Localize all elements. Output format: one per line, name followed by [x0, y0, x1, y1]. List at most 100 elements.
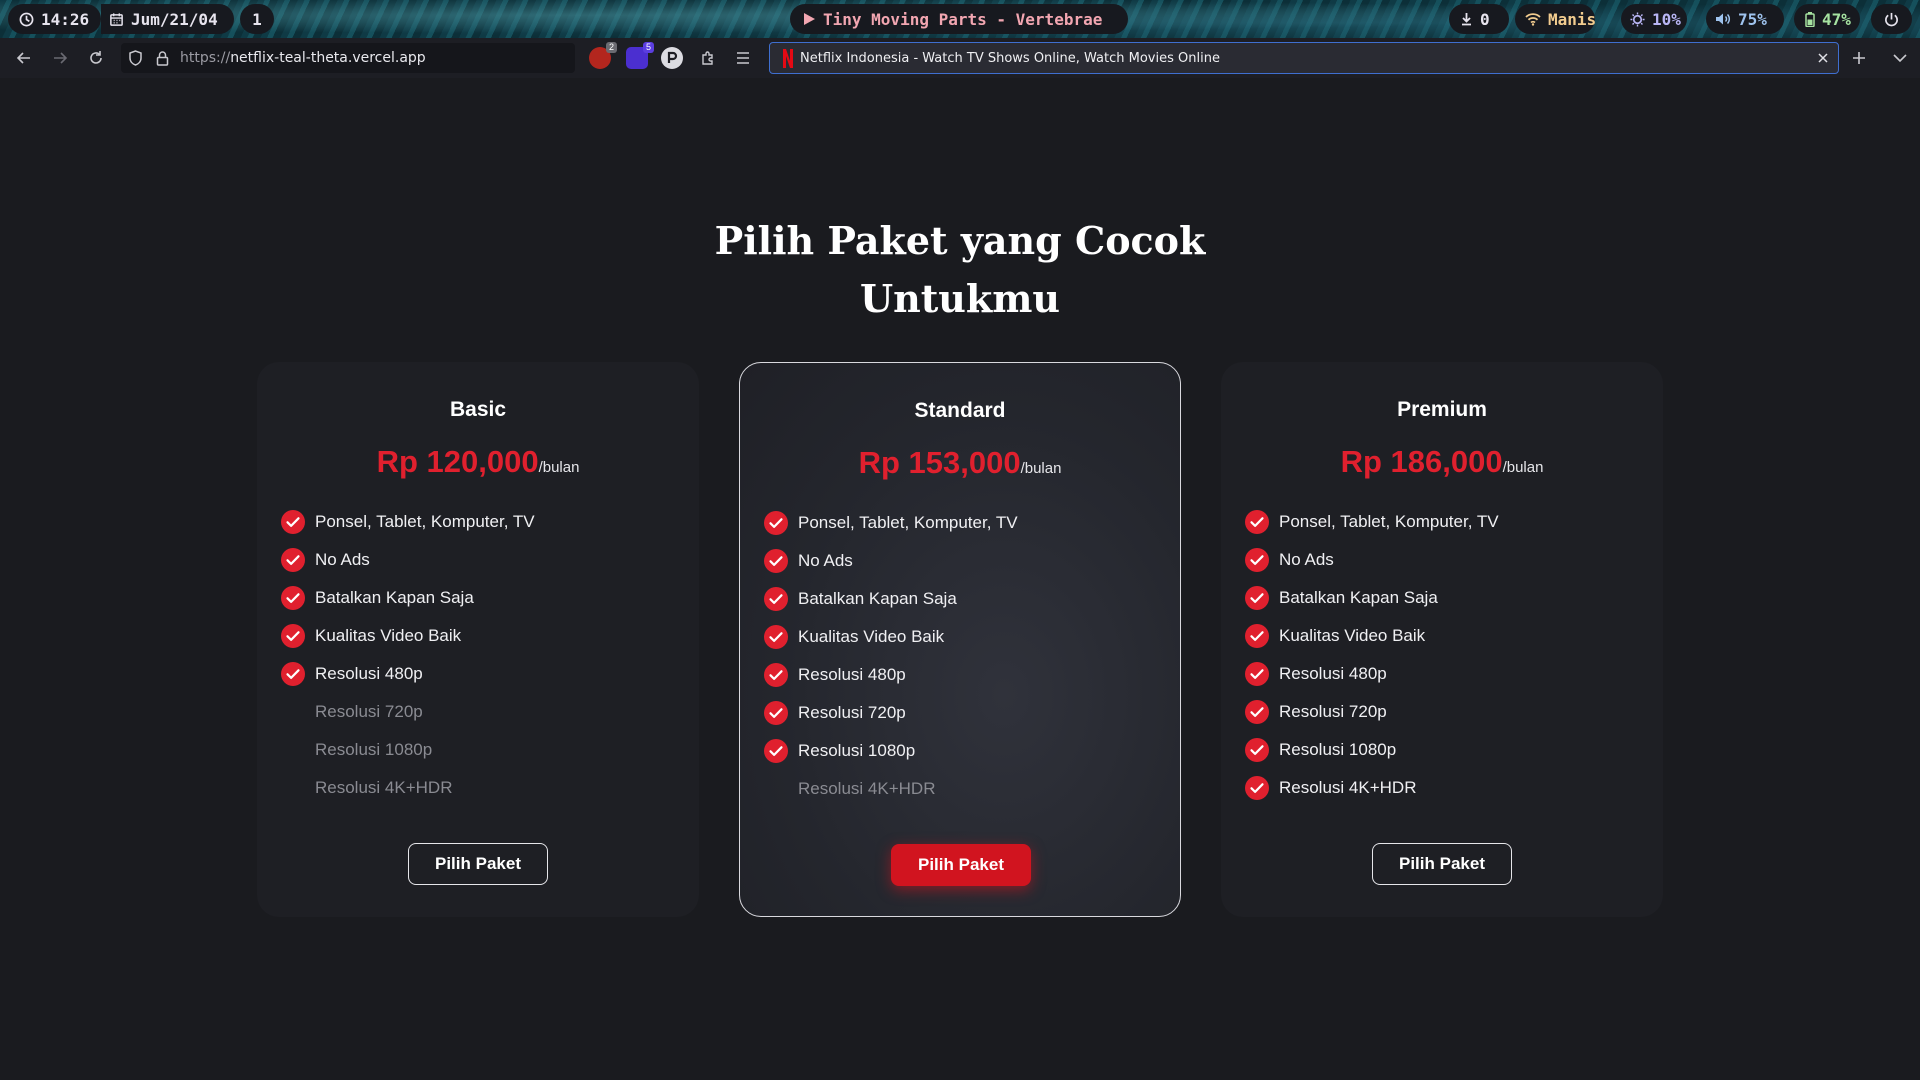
feature-item: Resolusi 1080p	[764, 732, 1018, 770]
power-icon	[1885, 12, 1898, 26]
chevron-down-icon	[1893, 54, 1907, 63]
tracking-protection-button[interactable]	[123, 46, 147, 70]
workspace-indicator[interactable]: 1	[240, 4, 274, 34]
check-circle-icon	[281, 510, 305, 534]
pocket-extension-icon[interactable]	[661, 47, 683, 69]
feature-item: Resolusi 720p	[281, 693, 535, 731]
extensions-button[interactable]	[696, 46, 720, 70]
brightness-widget[interactable]: 10%	[1621, 4, 1687, 34]
feature-label: Resolusi 480p	[798, 665, 906, 684]
site-info-button[interactable]	[150, 46, 174, 70]
volume-widget[interactable]: 75%	[1706, 4, 1784, 34]
plan-name: Standard	[914, 399, 1006, 422]
feature-item: Batalkan Kapan Saja	[281, 579, 535, 617]
feature-item: Resolusi 1080p	[281, 731, 535, 769]
back-button[interactable]	[12, 46, 36, 70]
feature-item: Ponsel, Tablet, Komputer, TV	[281, 503, 535, 541]
menu-button[interactable]	[731, 46, 755, 70]
clock-widget[interactable]: 14:26	[8, 4, 101, 34]
plan-name: Premium	[1397, 398, 1487, 421]
price-amount: Rp 120,000	[376, 444, 539, 479]
downloads-count: 0	[1480, 9, 1490, 29]
close-tab-button[interactable]	[1814, 49, 1832, 67]
feature-label: No Ads	[315, 550, 370, 569]
media-player-widget[interactable]: Tiny Moving Parts - Vertebrae	[790, 4, 1128, 34]
page-title-line-2: Untukmu	[859, 276, 1061, 321]
feature-item: Resolusi 480p	[1245, 655, 1499, 693]
battery-level: 47%	[1822, 9, 1851, 29]
check-circle-icon	[764, 587, 788, 611]
plan-price: Rp 186,000/bulan	[1221, 444, 1663, 480]
feature-spacer	[281, 700, 305, 724]
feature-label: No Ads	[798, 551, 853, 570]
new-tab-button[interactable]	[1847, 46, 1871, 70]
check-circle-icon	[1245, 700, 1269, 724]
clock-time: 14:26	[41, 9, 90, 29]
feature-item: Resolusi 4K+HDR	[281, 769, 535, 807]
select-plan-button[interactable]: Pilih Paket	[1372, 843, 1512, 885]
volume-icon	[1716, 13, 1730, 25]
tab-netflix[interactable]: Netflix Indonesia - Watch TV Shows Onlin…	[769, 42, 1839, 74]
extension-badge: 5	[642, 42, 654, 53]
browser-toolbar: https://netflix-teal-theta.vercel.app 2 …	[0, 38, 1920, 78]
extension-icon[interactable]: 5	[626, 42, 654, 69]
feature-item: Kualitas Video Baik	[1245, 617, 1499, 655]
feature-label: Resolusi 4K+HDR	[315, 778, 453, 797]
page-title-line-1: Pilih Paket yang Cocok	[714, 218, 1206, 263]
feature-item: Resolusi 480p	[764, 656, 1018, 694]
extension-badge: 2	[605, 42, 617, 53]
select-plan-button[interactable]: Pilih Paket	[408, 843, 548, 885]
clock-icon	[19, 12, 34, 26]
feature-label: Resolusi 4K+HDR	[798, 779, 936, 798]
feature-label: Ponsel, Tablet, Komputer, TV	[798, 513, 1018, 532]
url-scheme: https://	[180, 50, 231, 66]
ublock-extension-icon[interactable]: 2	[589, 42, 617, 69]
check-circle-icon	[1245, 624, 1269, 648]
brightness-level: 10%	[1652, 9, 1681, 29]
feature-label: Kualitas Video Baik	[1279, 626, 1426, 645]
battery-icon	[1805, 11, 1815, 27]
feature-label: Ponsel, Tablet, Komputer, TV	[315, 512, 535, 531]
check-circle-icon	[281, 624, 305, 648]
plan-name: Basic	[449, 398, 507, 421]
download-icon	[1462, 13, 1471, 26]
arrow-right-icon	[54, 52, 68, 64]
price-unit: /bulan	[538, 459, 580, 476]
page-title: Pilih Paket yang Cocok Untukmu	[0, 212, 1920, 328]
check-circle-icon	[281, 548, 305, 572]
plan-price: Rp 120,000/bulan	[257, 444, 699, 480]
date-text: Jum/21/04	[131, 9, 218, 29]
play-icon	[804, 13, 815, 25]
check-circle-icon	[1245, 776, 1269, 800]
date-widget[interactable]: Jum/21/04	[101, 4, 234, 34]
media-title: Tiny Moving Parts - Vertebrae	[823, 9, 1103, 29]
power-button[interactable]	[1871, 4, 1912, 34]
select-plan-button[interactable]: Pilih Paket	[891, 844, 1031, 886]
system-status-bar: 14:26 Jum/21/04 1 Tiny Moving Parts - Ve…	[0, 0, 1920, 38]
url-text[interactable]: https://netflix-teal-theta.vercel.app	[180, 50, 426, 66]
feature-list: Ponsel, Tablet, Komputer, TV No Ads Batalk…	[1245, 503, 1499, 807]
feature-item: Ponsel, Tablet, Komputer, TV	[1245, 503, 1499, 541]
feature-label: Batalkan Kapan Saja	[1279, 588, 1438, 607]
check-circle-icon	[764, 549, 788, 573]
feature-label: No Ads	[1279, 550, 1334, 569]
battery-widget[interactable]: 47%	[1794, 4, 1860, 34]
reload-button[interactable]	[84, 46, 108, 70]
feature-item: Kualitas Video Baik	[281, 617, 535, 655]
wifi-widget[interactable]: Manis	[1515, 4, 1597, 34]
check-circle-icon	[1245, 586, 1269, 610]
feature-item: No Ads	[281, 541, 535, 579]
plus-icon	[1853, 52, 1865, 64]
forward-button[interactable]	[48, 46, 72, 70]
downloads-widget[interactable]: 0	[1449, 4, 1509, 34]
hamburger-icon	[737, 52, 749, 64]
netflix-logo-icon	[783, 49, 793, 68]
check-circle-icon	[1245, 548, 1269, 572]
feature-item: Resolusi 4K+HDR	[1245, 769, 1499, 807]
wifi-icon	[1525, 13, 1541, 26]
check-circle-icon	[764, 511, 788, 535]
tab-list-button[interactable]	[1888, 46, 1912, 70]
p-letter-icon	[667, 51, 678, 63]
wifi-name: Manis	[1548, 9, 1597, 29]
reload-icon	[90, 51, 102, 64]
